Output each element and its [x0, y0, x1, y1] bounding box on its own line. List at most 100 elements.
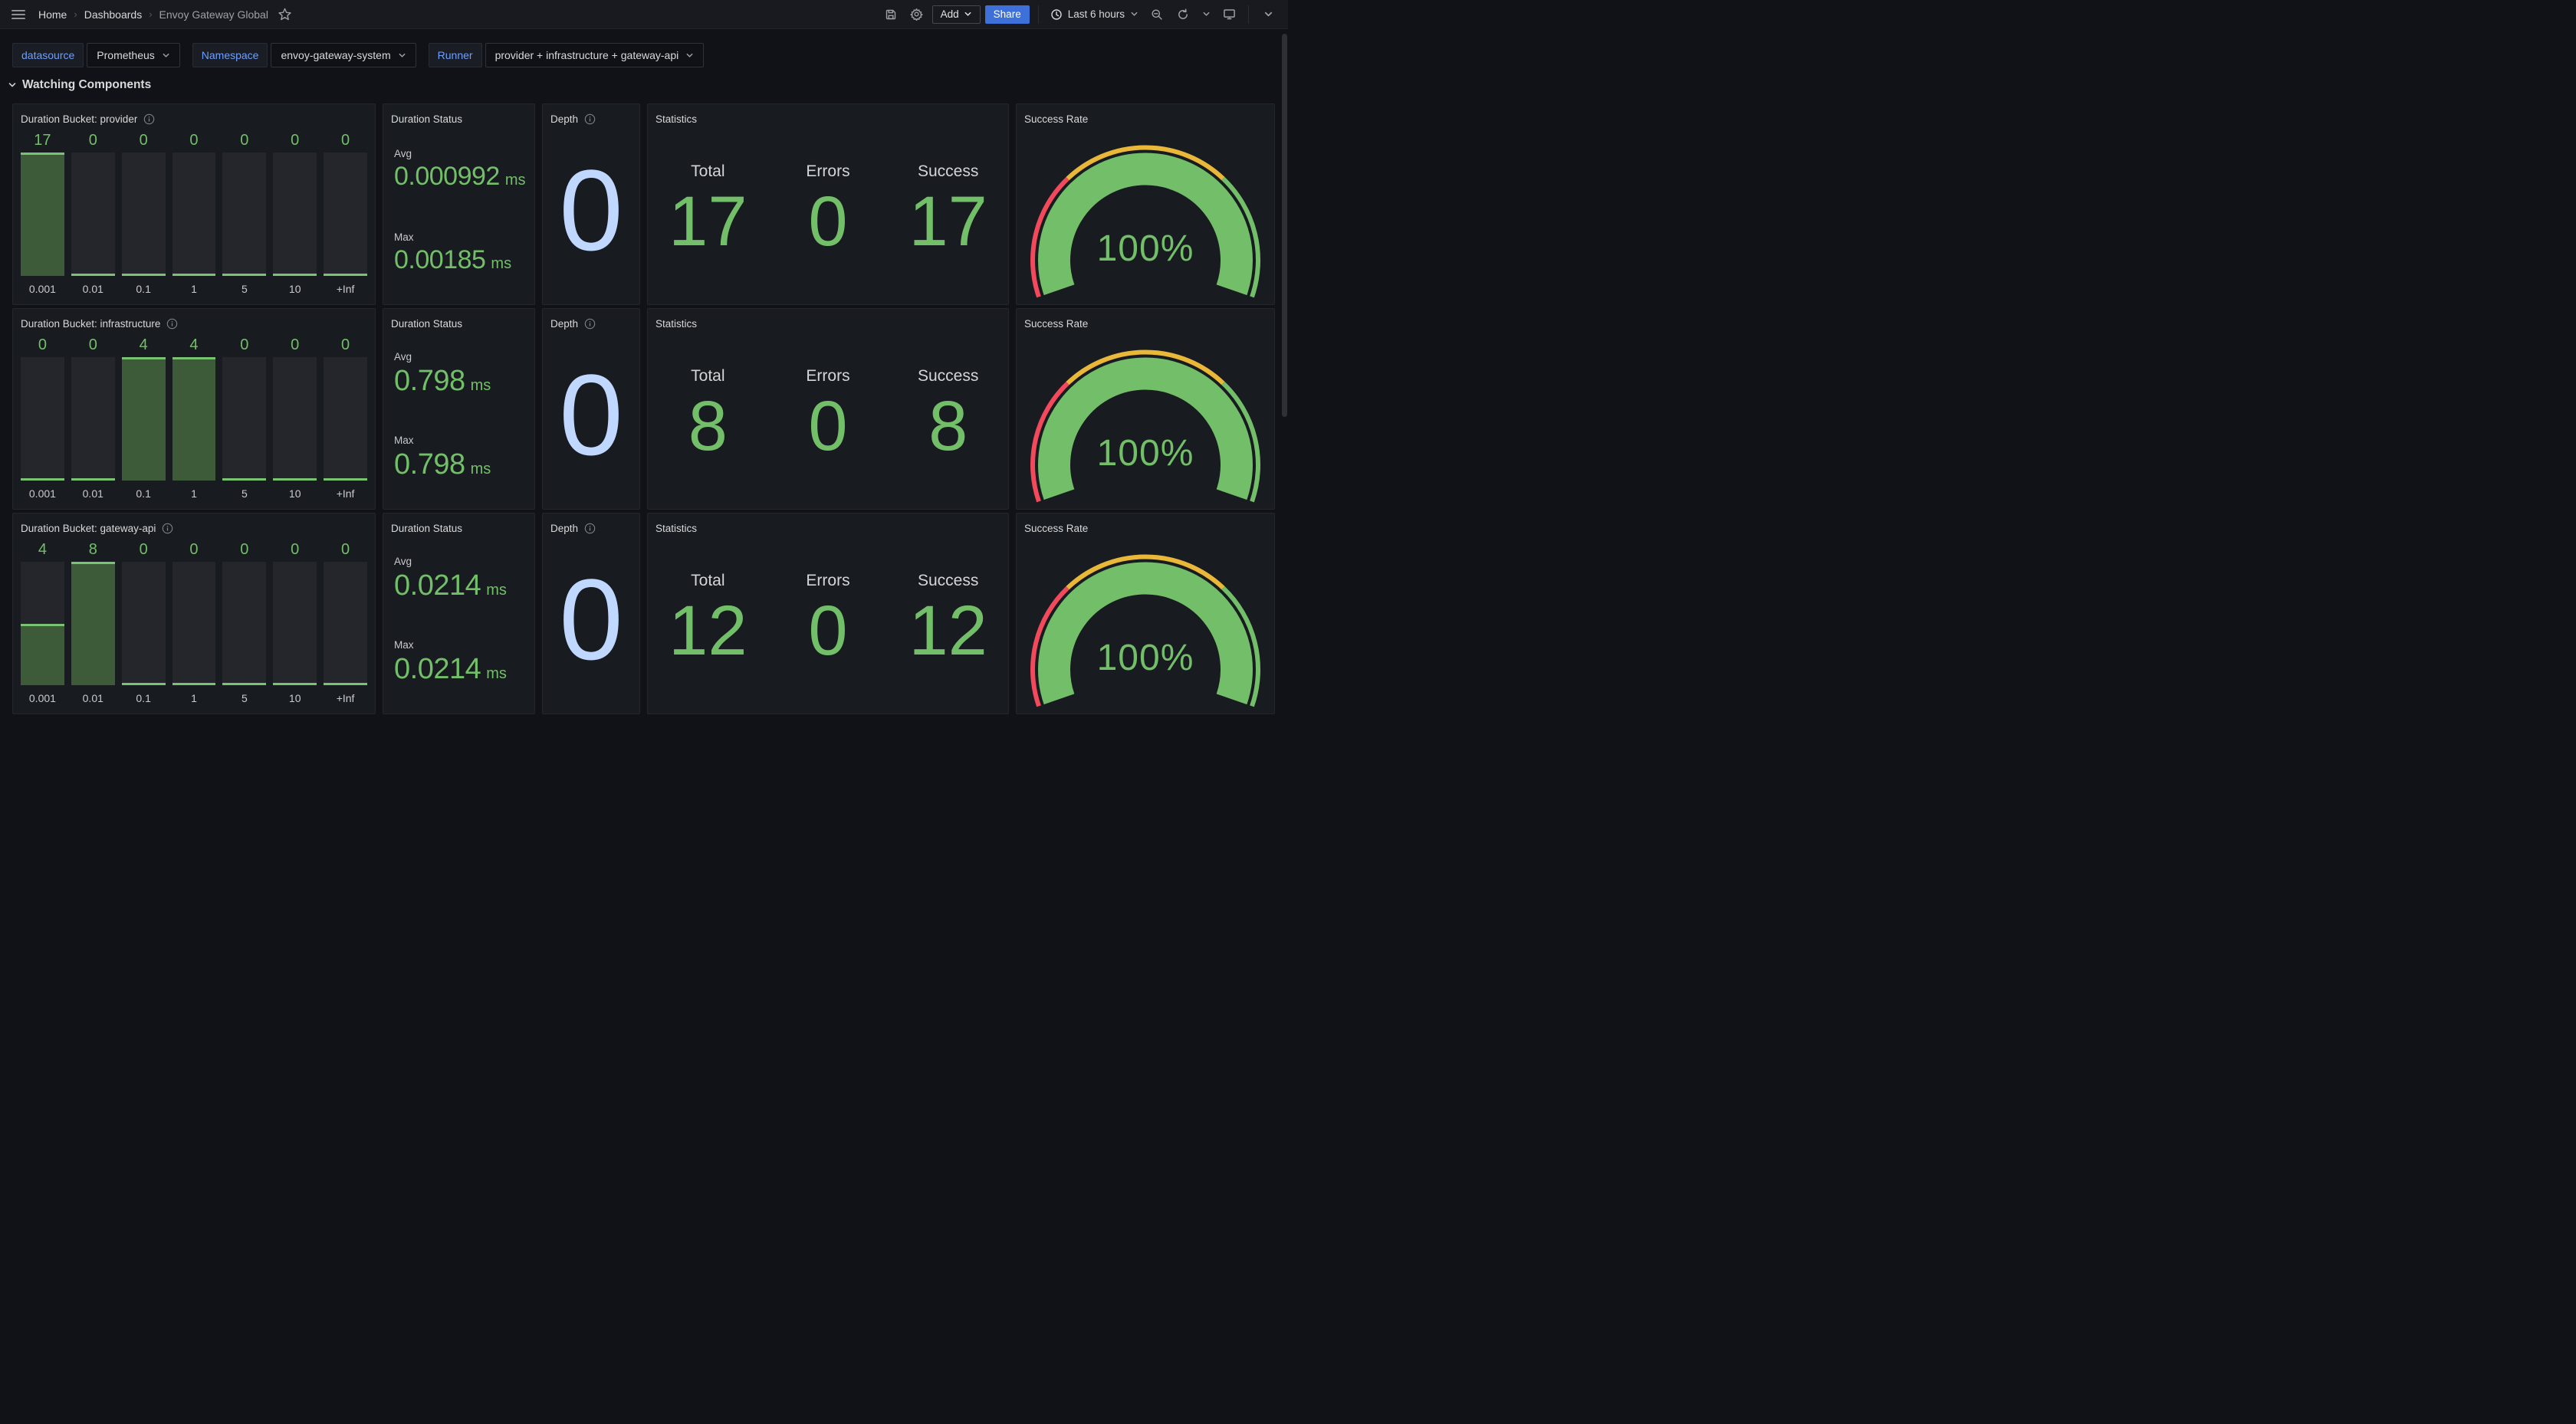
refresh-button[interactable] — [1172, 4, 1194, 25]
zoom-out-time-button[interactable] — [1146, 4, 1168, 25]
bar-axis-label: 1 — [172, 281, 216, 297]
panel-header[interactable]: Statistics — [648, 309, 1008, 333]
success-rate-gauge: 100% — [1017, 333, 1274, 509]
add-button[interactable]: Add — [932, 5, 981, 24]
menu-button[interactable] — [8, 4, 29, 25]
panel-statistics: Statistics Total12Errors0Success12 — [647, 513, 1009, 714]
toolbar-collapse-button[interactable] — [1257, 4, 1279, 25]
panel-header[interactable]: Duration Bucket: gateway-api — [13, 513, 375, 537]
duration-stats: Avg 0.0214 ms Max 0.0214 ms — [383, 537, 534, 714]
stat-number: 0.000992 — [394, 162, 500, 192]
panel-title: Duration Status — [391, 523, 462, 534]
panel-header[interactable]: Statistics — [648, 104, 1008, 128]
bar-value-label: 4 — [122, 336, 166, 354]
depth-stat: 0 — [543, 333, 639, 509]
panel-header[interactable]: Duration Bucket: infrastructure — [13, 309, 375, 333]
info-icon[interactable] — [584, 113, 596, 125]
stat-number: 0.0214 — [394, 569, 481, 602]
refresh-interval-dropdown[interactable] — [1198, 4, 1214, 25]
depth-value: 0 — [559, 357, 623, 472]
panel-header[interactable]: Depth — [543, 513, 639, 537]
info-icon[interactable] — [584, 523, 596, 534]
bar-axis-label: 1 — [172, 486, 216, 501]
bar-track — [71, 562, 115, 685]
bar-column: 00.1 — [122, 540, 166, 706]
breadcrumb-dashboards[interactable]: Dashboards — [84, 8, 143, 21]
filter-value-text: Prometheus — [97, 49, 154, 61]
bar-column: 05 — [222, 336, 266, 501]
filter-value-dropdown[interactable]: provider + infrastructure + gateway-api — [485, 43, 705, 67]
stat-label: Max — [394, 435, 530, 446]
panel-header[interactable]: Success Rate — [1017, 104, 1274, 128]
panel-header[interactable]: Success Rate — [1017, 309, 1274, 333]
stat-value: 0.000992 ms — [394, 162, 530, 192]
bar-column: 0+Inf — [324, 540, 367, 706]
bar-track — [122, 357, 166, 481]
panel-title: Depth — [550, 113, 578, 125]
success-rate-gauge: 100% — [1017, 128, 1274, 304]
panel-depth: Depth 0 — [542, 513, 640, 714]
clock-icon — [1050, 8, 1063, 21]
filter-value-dropdown[interactable]: Prometheus — [87, 43, 179, 67]
stat-value: 0.00185 ms — [394, 245, 530, 275]
dashboard-settings-button[interactable] — [906, 4, 928, 25]
bar-column: 0+Inf — [324, 131, 367, 297]
panel-success-rate: Success Rate 100% — [1016, 308, 1275, 510]
panel-header[interactable]: Duration Status — [383, 104, 534, 128]
panel-duration-status: Duration Status Avg 0.798 ms Max 0.798 m… — [383, 308, 535, 510]
duration-stats: Avg 0.798 ms Max 0.798 ms — [383, 333, 534, 509]
save-dashboard-button[interactable] — [880, 4, 902, 25]
time-range-picker[interactable]: Last 6 hours — [1047, 4, 1142, 25]
bar-column: 010 — [273, 131, 317, 297]
bar-value-label: 0 — [222, 336, 266, 354]
vertical-scrollbar[interactable] — [1282, 34, 1287, 417]
panel-header[interactable]: Duration Status — [383, 309, 534, 333]
bar-axis-label: 0.1 — [122, 486, 166, 501]
success-rate-gauge: 100% — [1017, 537, 1274, 714]
info-icon[interactable] — [166, 318, 178, 330]
bar-track — [172, 562, 216, 685]
statistic-value: 17 — [669, 190, 747, 254]
panel-header[interactable]: Statistics — [648, 513, 1008, 537]
chevron-down-icon — [1202, 10, 1211, 18]
row-section-toggle[interactable]: Watching Components — [8, 75, 1288, 95]
bar-track — [273, 357, 317, 481]
bar-value-line — [122, 274, 166, 276]
breadcrumb-home[interactable]: Home — [38, 8, 67, 21]
tv-mode-button[interactable] — [1218, 4, 1240, 25]
save-icon — [885, 8, 897, 21]
bar-axis-label: 0.001 — [21, 486, 64, 501]
panel-header[interactable]: Duration Bucket: provider — [13, 104, 375, 128]
bar-value-line — [222, 274, 266, 276]
time-range-label: Last 6 hours — [1068, 8, 1125, 20]
bar-value-line — [273, 274, 317, 276]
panel-header[interactable]: Duration Status — [383, 513, 534, 537]
statistic-label: Success — [918, 367, 978, 386]
info-icon[interactable] — [143, 113, 155, 125]
panel-title: Depth — [550, 318, 578, 330]
stat-max: Max 0.0214 ms — [394, 621, 530, 704]
share-button[interactable]: Share — [985, 5, 1030, 24]
bar-column: 01 — [172, 131, 216, 297]
bar-axis-label: 0.1 — [122, 691, 166, 706]
bar-value-line — [71, 478, 115, 481]
panel-header[interactable]: Depth — [543, 309, 639, 333]
statistic-label: Total — [691, 572, 724, 590]
filter-value-text: envoy-gateway-system — [281, 49, 390, 61]
bar-value-line — [222, 478, 266, 481]
panel-header[interactable]: Depth — [543, 104, 639, 128]
bar-value-label: 0 — [122, 131, 166, 149]
bar-value-line — [324, 683, 367, 685]
bar-value-line — [71, 562, 115, 564]
variable-filters: datasource Prometheus Namespace envoy-ga… — [12, 43, 1288, 67]
zoom-out-icon — [1151, 8, 1163, 21]
breadcrumb-current: Envoy Gateway Global — [159, 8, 268, 21]
stat-value: 0.0214 ms — [394, 653, 530, 686]
bar-track — [172, 357, 216, 481]
filter-datasource: datasource Prometheus — [12, 43, 180, 67]
info-icon[interactable] — [162, 523, 173, 534]
filter-value-dropdown[interactable]: envoy-gateway-system — [271, 43, 416, 67]
panel-header[interactable]: Success Rate — [1017, 513, 1274, 537]
favorite-star-button[interactable] — [274, 4, 296, 25]
info-icon[interactable] — [584, 318, 596, 330]
